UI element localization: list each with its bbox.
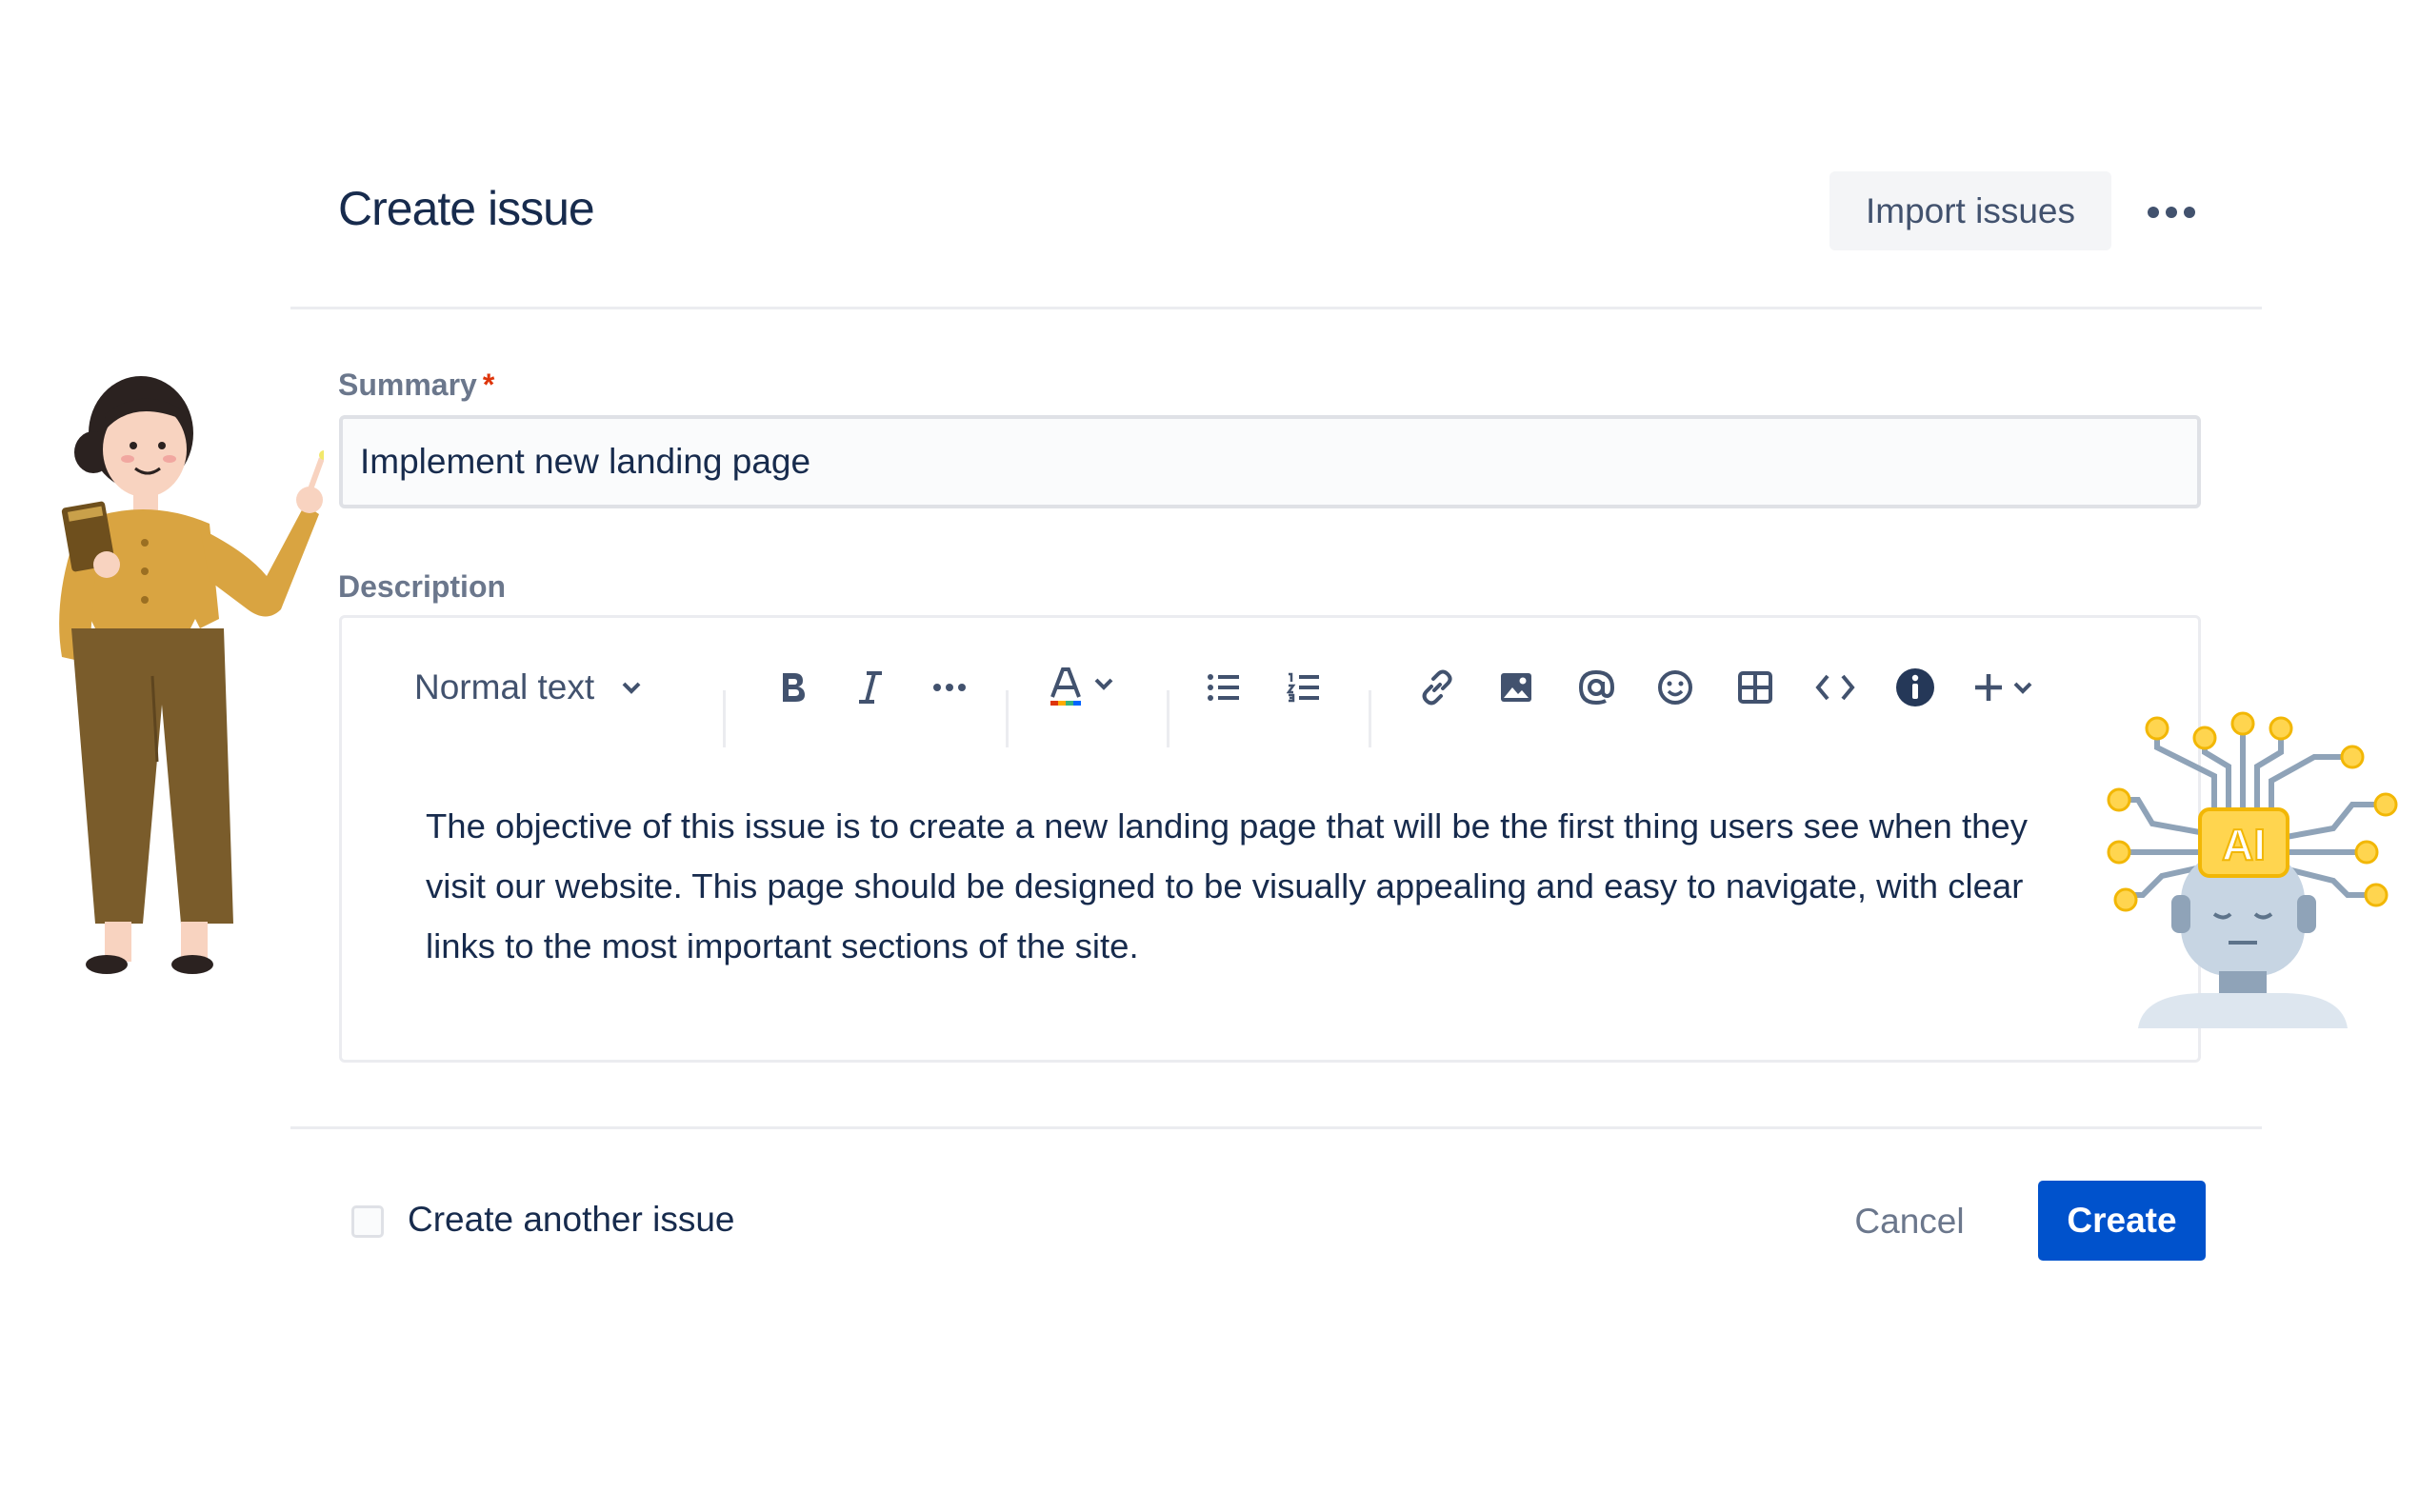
- mention-button[interactable]: [1565, 656, 1628, 719]
- link-button[interactable]: [1406, 656, 1469, 719]
- cancel-button[interactable]: Cancel: [1833, 1181, 1986, 1263]
- more-formatting-button[interactable]: [918, 656, 981, 719]
- import-issues-button[interactable]: Import issues: [1829, 171, 2111, 250]
- summary-input-value: Implement new landing page: [360, 442, 811, 481]
- woman-pointing-illustration: [59, 376, 324, 974]
- image-button[interactable]: [1485, 656, 1548, 719]
- italic-button[interactable]: [839, 656, 902, 719]
- summary-label-text: Summary: [338, 368, 477, 402]
- bold-button[interactable]: [761, 656, 824, 719]
- emoji-icon: [1658, 670, 1692, 705]
- info-icon: [1896, 668, 1934, 706]
- link-icon: [1422, 669, 1452, 706]
- table-icon: [1738, 671, 1772, 704]
- insert-plus-icon: [1975, 674, 2032, 701]
- summary-input[interactable]: Implement new landing page: [339, 415, 2201, 508]
- bold-icon: [783, 673, 805, 702]
- create-another-checkbox[interactable]: [351, 1205, 384, 1238]
- code-button[interactable]: [1804, 656, 1867, 719]
- text-color-icon: [1050, 667, 1113, 706]
- toolbar-separator: [723, 690, 726, 747]
- numbered-list-icon: [1287, 672, 1319, 703]
- emoji-button[interactable]: [1644, 656, 1707, 719]
- more-horizontal-icon: [2148, 207, 2195, 218]
- ai-robot-head-illustration: AI: [2107, 711, 2398, 1028]
- text-style-dropdown[interactable]: Normal text: [414, 656, 690, 719]
- description-line: visit our website. This page should be d…: [426, 866, 2024, 905]
- mention-icon: [1578, 669, 1614, 706]
- ai-chip-label: AI: [2222, 820, 2266, 869]
- toolbar-separator: [1167, 690, 1170, 747]
- image-icon: [1501, 673, 1531, 702]
- toolbar-separator: [1006, 690, 1009, 747]
- description-label: Description: [338, 569, 507, 604]
- text-color-button[interactable]: [1037, 656, 1132, 719]
- description-line: The objective of this issue is to create…: [426, 806, 2028, 846]
- numbered-list-button[interactable]: [1272, 656, 1335, 719]
- header-divider: [290, 307, 2262, 309]
- description-line: links to the most important sections of …: [426, 926, 1139, 965]
- more-actions-button[interactable]: [2133, 181, 2209, 244]
- bullet-list-icon: [1208, 674, 1239, 701]
- code-icon: [1815, 674, 1855, 701]
- create-another-label[interactable]: Create another issue: [408, 1200, 734, 1240]
- footer-divider: [290, 1126, 2262, 1129]
- bullet-list-button[interactable]: [1192, 656, 1255, 719]
- dialog-title: Create issue: [338, 182, 595, 235]
- toolbar-separator: [1369, 690, 1371, 747]
- editor-toolbar: Normal text: [342, 656, 2198, 747]
- summary-label: Summary *: [338, 368, 494, 403]
- italic-icon: [859, 671, 882, 704]
- description-editor[interactable]: Normal text The objective of this issue …: [339, 615, 2201, 1063]
- create-button[interactable]: Create: [2038, 1181, 2206, 1261]
- info-panel-button[interactable]: [1884, 656, 1947, 719]
- more-formatting-icon: [933, 684, 966, 691]
- description-content[interactable]: The objective of this issue is to create…: [426, 796, 2159, 976]
- insert-menu-button[interactable]: [1963, 656, 2049, 719]
- required-marker: *: [482, 368, 495, 402]
- chevron-down-icon: [622, 682, 641, 694]
- table-button[interactable]: [1724, 656, 1787, 719]
- text-style-label: Normal text: [414, 667, 595, 706]
